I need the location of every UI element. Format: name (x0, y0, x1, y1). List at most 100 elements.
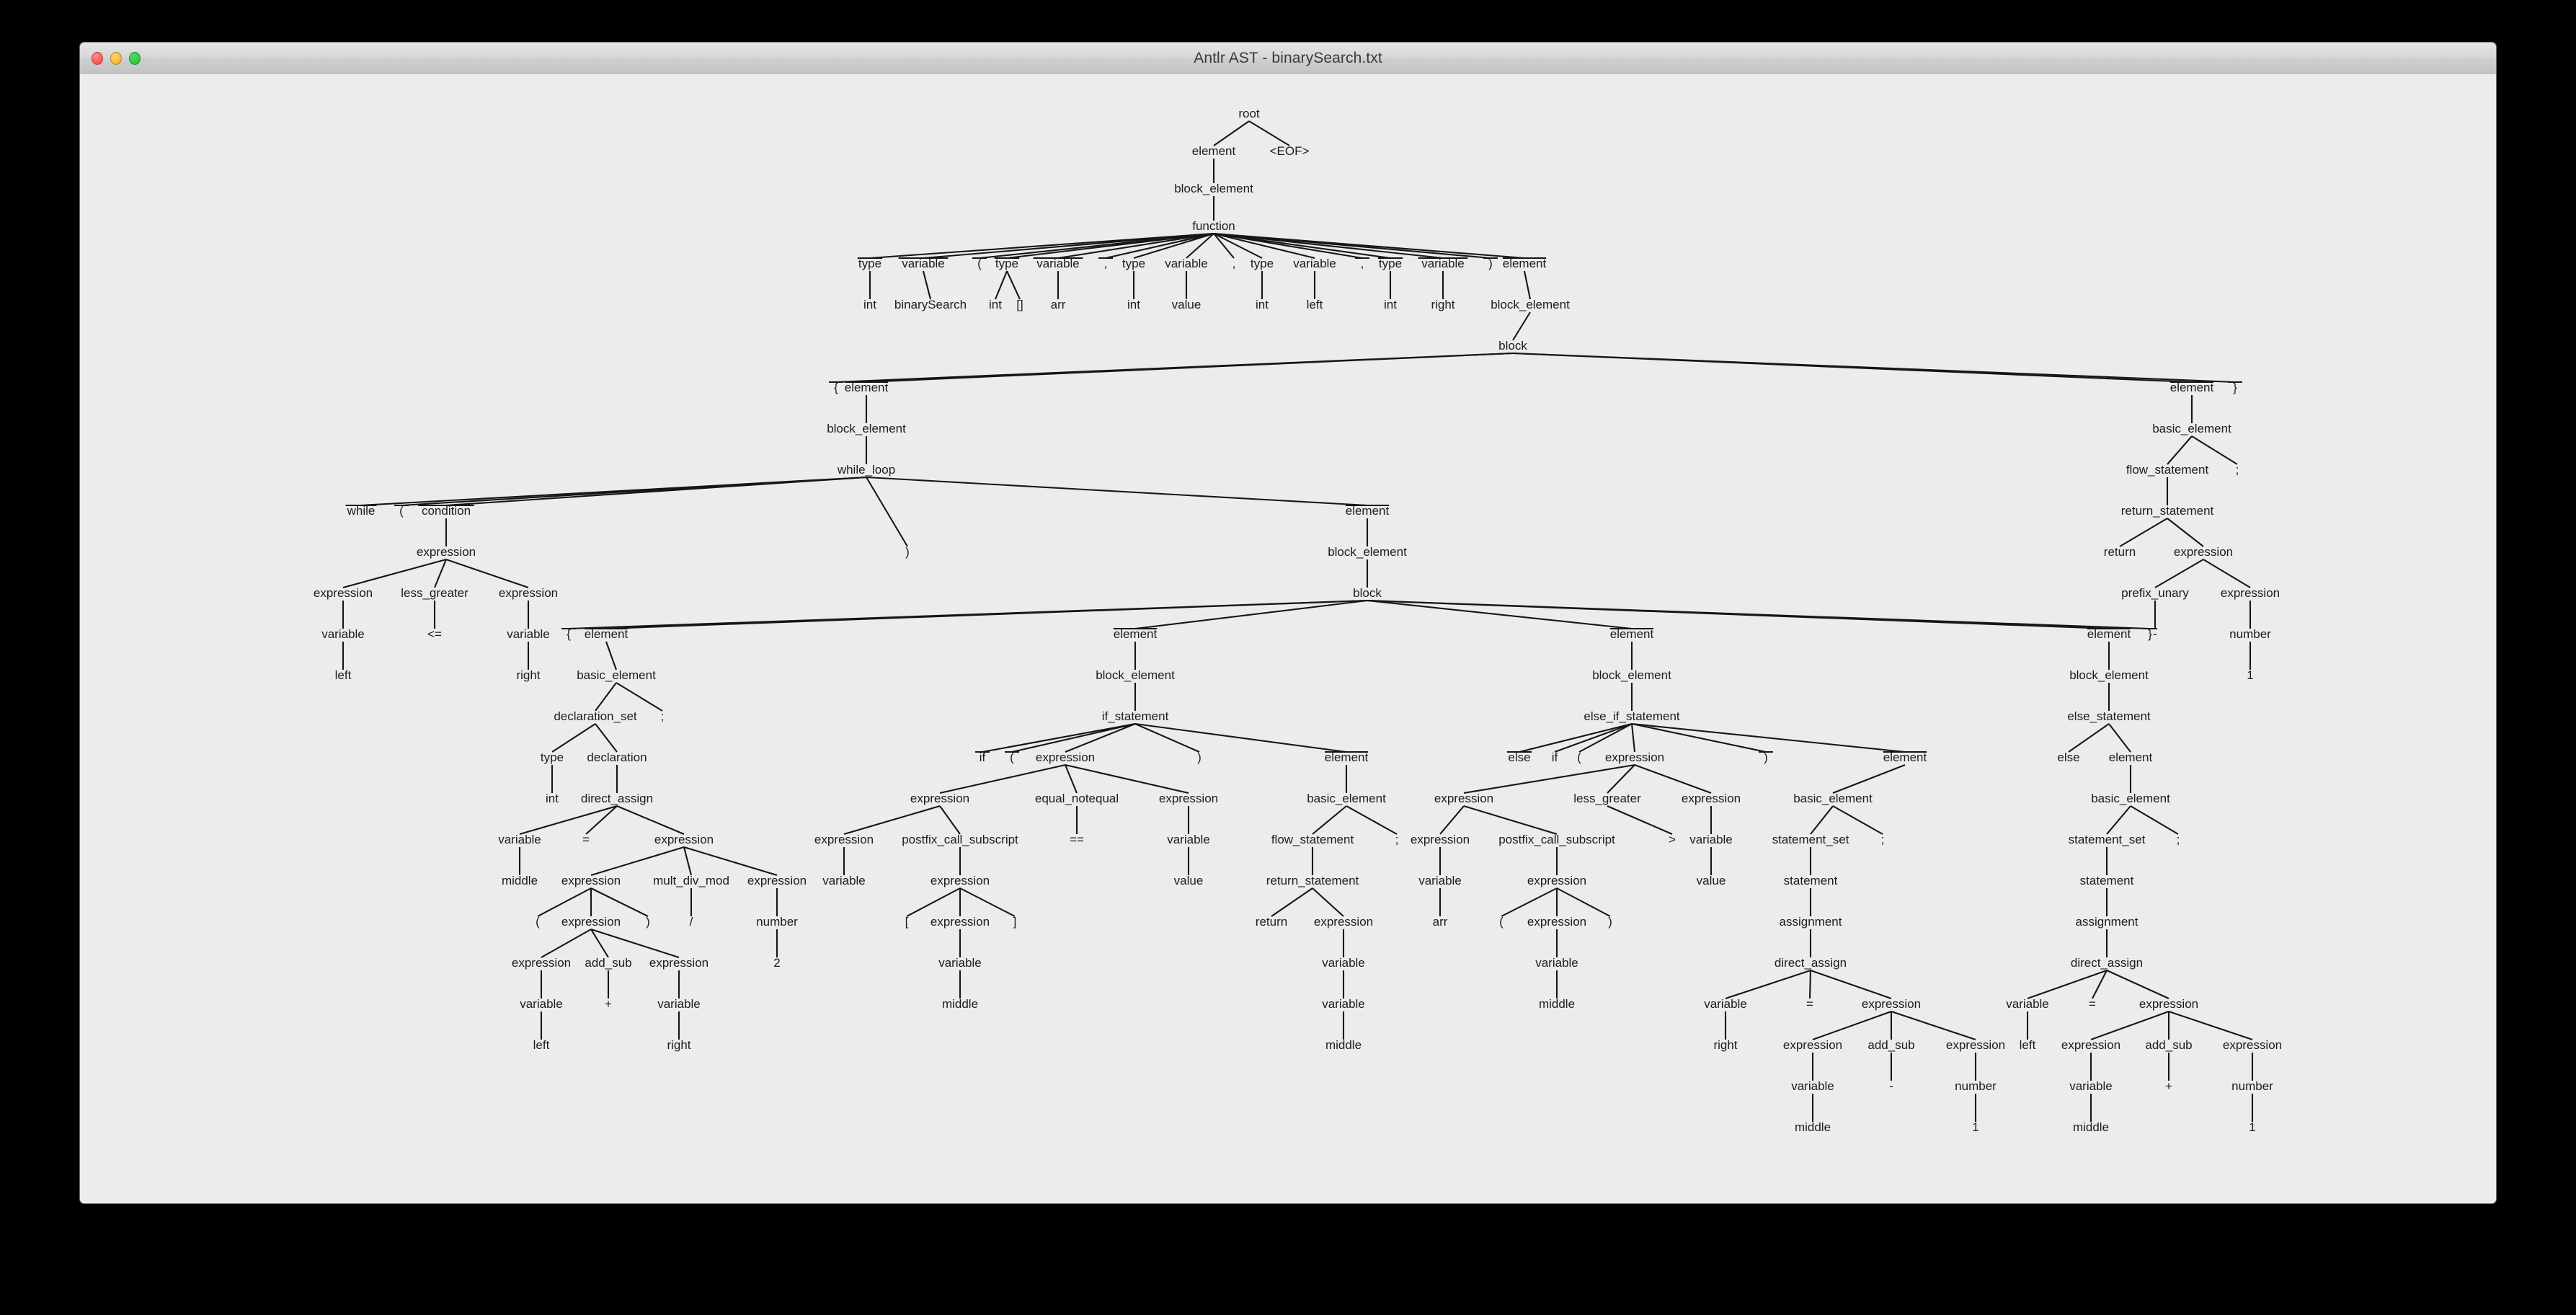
ast-node-label[interactable]: variable (1535, 956, 1578, 970)
ast-node-label[interactable]: prefix_unary (2121, 586, 2189, 600)
ast-node-label[interactable]: expression (1783, 1038, 1842, 1052)
ast-node-label[interactable]: { (834, 381, 838, 394)
ast-node-label[interactable]: middle (502, 874, 538, 887)
ast-node-label[interactable]: ) (646, 915, 650, 929)
ast-node-label[interactable]: ; (2177, 833, 2180, 846)
ast-node-label[interactable]: return (1256, 915, 1287, 929)
ast-node-label[interactable]: expression (1682, 792, 1741, 805)
ast-node-label[interactable]: left (1307, 298, 1323, 311)
ast-node-label[interactable]: [ (905, 915, 909, 929)
ast-node-label[interactable]: middle (942, 997, 978, 1011)
ast-node-label[interactable]: binarySearch (894, 298, 967, 311)
ast-node-label[interactable]: ) (1197, 751, 1202, 764)
ast-node-label[interactable]: block_element (1174, 182, 1253, 195)
ast-node-label[interactable]: 2 (773, 956, 780, 970)
ast-node-label[interactable]: basic_element (1307, 792, 1386, 805)
ast-node-label[interactable]: element (1346, 504, 1390, 518)
ast-node-label[interactable]: element (1325, 751, 1369, 764)
ast-node-label[interactable]: variable (2069, 1079, 2113, 1093)
ast-node-label[interactable]: value (1697, 874, 1726, 887)
ast-node-label[interactable]: expression (1527, 874, 1586, 887)
ast-node-label[interactable]: ] (1013, 915, 1017, 929)
ast-node-label[interactable]: expression (1527, 915, 1586, 929)
ast-node-label[interactable]: element (2087, 627, 2131, 641)
ast-node-label[interactable]: statement_set (1772, 833, 1849, 846)
ast-node-label[interactable]: ; (661, 709, 665, 723)
ast-node-label[interactable]: statement (2080, 874, 2134, 887)
ast-node-label[interactable]: right (1713, 1038, 1737, 1052)
ast-node-label[interactable]: [] (1016, 298, 1023, 311)
ast-node-label[interactable]: number (2229, 627, 2271, 641)
ast-node-label[interactable]: block (1498, 339, 1527, 353)
ast-node-label[interactable]: middle (1795, 1120, 1831, 1134)
ast-node-label[interactable]: less_greater (401, 586, 468, 600)
ast-node-label[interactable]: variable (1704, 997, 1747, 1011)
ast-node-label[interactable]: expression (2221, 586, 2280, 600)
ast-node-label[interactable]: left (335, 668, 352, 682)
ast-node-label[interactable]: int (1256, 298, 1269, 311)
ast-node-label[interactable]: variable (1421, 257, 1465, 270)
ast-node-label[interactable]: ) (1764, 751, 1768, 764)
ast-node-label[interactable]: int (546, 792, 559, 805)
ast-node-label[interactable]: expression (1434, 792, 1493, 805)
ast-node-label[interactable]: expression (2139, 997, 2198, 1011)
ast-node-label[interactable]: variable (1322, 997, 1365, 1011)
ast-node-label[interactable]: variable (520, 997, 563, 1011)
ast-node-label[interactable]: expression (512, 956, 571, 970)
ast-node-label[interactable]: expression (1036, 751, 1095, 764)
ast-node-label[interactable]: block_element (1592, 668, 1671, 682)
ast-node-label[interactable]: expression (814, 833, 874, 846)
ast-node-label[interactable]: assignment (1780, 915, 1842, 929)
ast-node-label[interactable]: postfix_call_subscript (902, 833, 1018, 846)
ast-node-label[interactable]: expression (2223, 1038, 2282, 1052)
ast-node-label[interactable]: value (1174, 874, 1204, 887)
ast-node-label[interactable]: expression (931, 915, 990, 929)
ast-node-label[interactable]: expression (2061, 1038, 2120, 1052)
ast-node-label[interactable]: <= (427, 627, 442, 641)
ast-node-label[interactable]: > (1669, 833, 1676, 846)
ast-node-label[interactable]: element (585, 627, 629, 641)
ast-node-label[interactable]: equal_notequal (1035, 792, 1119, 805)
ast-node-label[interactable]: statement (1784, 874, 1838, 887)
ast-node-label[interactable]: while (347, 504, 376, 518)
ast-node-label[interactable]: ; (1881, 833, 1885, 846)
ast-node-label[interactable]: element (1503, 257, 1547, 270)
ast-node-label[interactable]: expression (499, 586, 558, 600)
ast-node-label[interactable]: int (863, 298, 876, 311)
ast-node-label[interactable]: == (1070, 833, 1084, 846)
ast-node-label[interactable]: variable (657, 997, 701, 1011)
ast-node-label[interactable]: add_sub (1867, 1038, 1914, 1052)
ast-node-label[interactable]: } (2148, 627, 2152, 641)
ast-node-label[interactable]: basic_element (577, 668, 656, 682)
ast-node-label[interactable]: 1 (1972, 1120, 1978, 1134)
ast-node-label[interactable]: variable (1791, 1079, 1834, 1093)
ast-node-label[interactable]: left (2020, 1038, 2036, 1052)
ast-node-label[interactable]: less_greater (1573, 792, 1641, 805)
ast-node-label[interactable]: add_sub (2145, 1038, 2192, 1052)
ast-node-label[interactable]: variable (1036, 257, 1080, 270)
ast-node-label[interactable]: , (1361, 257, 1364, 270)
ast-node-label[interactable]: ; (2236, 463, 2239, 477)
ast-node-label[interactable]: variable (507, 627, 550, 641)
ast-node-label[interactable]: expression (1314, 915, 1373, 929)
ast-node-label[interactable]: expression (561, 915, 621, 929)
ast-node-label[interactable]: ; (1395, 833, 1399, 846)
ast-node-label[interactable]: element (1192, 144, 1236, 158)
ast-node-label[interactable]: ( (1499, 915, 1504, 929)
ast-node-label[interactable]: root (1238, 107, 1260, 120)
ast-node-label[interactable]: add_sub (585, 956, 631, 970)
ast-node-label[interactable]: expression (654, 833, 714, 846)
ast-node-label[interactable]: ( (977, 257, 982, 270)
ast-node-label[interactable]: expression (649, 956, 709, 970)
ast-node-label[interactable]: int (1384, 298, 1397, 311)
ast-node-label[interactable]: number (756, 915, 798, 929)
ast-node-label[interactable]: element (1114, 627, 1158, 641)
ast-node-label[interactable]: element (2109, 751, 2153, 764)
ast-node-label[interactable]: element (1883, 751, 1927, 764)
ast-node-label[interactable]: right (667, 1038, 690, 1052)
ast-node-label[interactable]: / (690, 915, 693, 929)
ast-node-label[interactable]: - (2153, 627, 2157, 641)
ast-node-label[interactable]: declaration_set (554, 709, 637, 723)
ast-node-label[interactable]: variable (822, 874, 866, 887)
ast-node-label[interactable]: middle (1325, 1038, 1362, 1052)
